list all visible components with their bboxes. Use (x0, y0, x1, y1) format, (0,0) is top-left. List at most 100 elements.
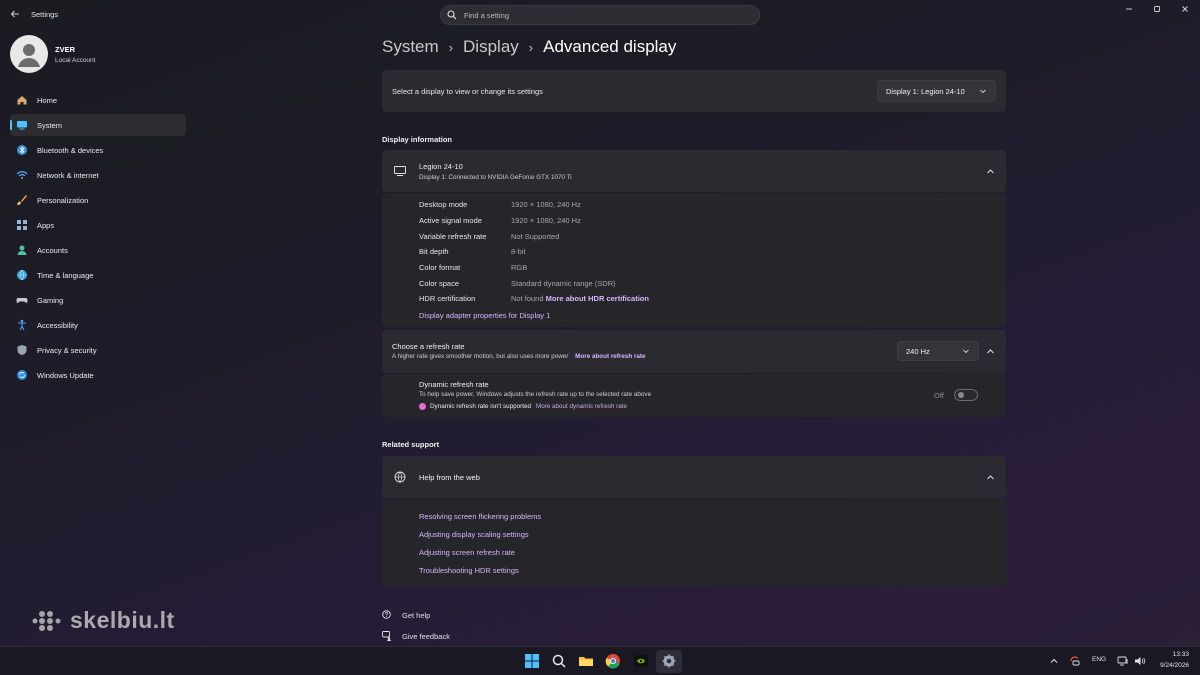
clock-time[interactable]: 13:33 (1167, 651, 1189, 658)
accessibility-icon (18, 319, 26, 331)
minimize-button[interactable] (1122, 5, 1136, 15)
help-chat-icon (382, 610, 391, 619)
help-link-scaling[interactable]: Adjusting display scaling settings (419, 530, 529, 539)
sidebar-item-accounts[interactable]: Accounts (10, 239, 186, 261)
sidebar-item-label: Network & internet (37, 170, 99, 180)
nvidia-icon[interactable] (633, 653, 649, 669)
chevron-right-icon: › (448, 39, 454, 55)
bluetooth-icon (17, 145, 27, 155)
sidebar-item-label: Home (37, 95, 58, 105)
sidebar-item-bluetooth[interactable]: Bluetooth & devices (10, 139, 186, 161)
help-from-web-header[interactable]: Help from the web (382, 456, 1006, 498)
file-explorer-icon[interactable] (578, 653, 594, 669)
sidebar-item-label: Time & language (37, 270, 94, 280)
chevron-up-tray-icon[interactable] (1049, 656, 1059, 666)
breadcrumb-system[interactable]: System (382, 37, 439, 57)
give-feedback-link[interactable]: Give feedback (382, 631, 450, 641)
info-key: Variable refresh rate (419, 232, 487, 241)
sidebar-item-label: Bluetooth & devices (37, 145, 104, 155)
page-title: Advanced display (543, 37, 677, 56)
give-feedback-label: Give feedback (402, 631, 450, 641)
refresh-rate-link[interactable]: More about refresh rate (575, 353, 645, 360)
profile-name: ZVER (55, 45, 76, 54)
get-help-label: Get help (402, 610, 431, 620)
avatar[interactable] (10, 35, 48, 73)
display-info-header[interactable]: Legion 24-10 Display 1: Connected to NVI… (382, 150, 1006, 192)
watermark-logo: skelbiu.lt (30, 607, 175, 634)
chrome-icon[interactable] (605, 653, 621, 669)
update-icon (17, 370, 27, 380)
info-key: Active signal mode (419, 216, 482, 225)
sidebar-item-windows-update[interactable]: Windows Update (10, 364, 186, 386)
sidebar-item-label: System (37, 120, 63, 130)
apps-icon (17, 220, 27, 230)
sidebar-item-time-language[interactable]: Time & language (10, 264, 186, 286)
dynamic-refresh-title: Dynamic refresh rate (419, 380, 489, 389)
language-indicator[interactable]: ENG (1092, 656, 1106, 663)
sidebar-item-apps[interactable]: Apps (10, 214, 186, 236)
maximize-button[interactable] (1150, 5, 1164, 15)
dots-logo-icon (32, 610, 61, 631)
toggle-knob (958, 392, 964, 398)
refresh-rate-dropdown[interactable]: 240 Hz (897, 341, 979, 361)
taskbar-search-icon[interactable] (551, 653, 567, 669)
adapter-properties-link[interactable]: Display adapter properties for Display 1 (419, 311, 550, 320)
display-dropdown-value: Display 1: Legion 24-10 (886, 87, 965, 96)
sidebar-item-privacy[interactable]: Privacy & security (10, 339, 186, 361)
display-name: Legion 24-10 (419, 162, 463, 171)
display-connection: Display 1: Connected to NVIDIA GeForce G… (419, 174, 572, 181)
chevron-up-icon[interactable] (986, 473, 995, 482)
help-link-hdr[interactable]: Troubleshooting HDR settings (419, 566, 519, 575)
home-icon (17, 96, 27, 105)
warning-dot-icon (419, 403, 426, 410)
sidebar-item-gaming[interactable]: Gaming (10, 289, 186, 311)
back-arrow-icon[interactable] (9, 9, 21, 21)
sidebar-item-system[interactable]: System (10, 114, 186, 136)
dynamic-refresh-toggle[interactable] (954, 389, 978, 401)
display-select-card: Select a display to view or change its s… (382, 70, 1006, 112)
display-select-label: Select a display to view or change its s… (392, 87, 543, 96)
tray-app-icon[interactable] (1069, 655, 1081, 667)
globe-clock-icon (17, 269, 27, 281)
dynamic-refresh-link[interactable]: More about dynamic refresh rate (536, 403, 627, 410)
get-help-link[interactable]: Get help (382, 610, 430, 620)
breadcrumb: System › Display › Advanced display (382, 37, 676, 57)
profile-account-type: Local Account (55, 57, 96, 64)
network-icon[interactable] (1117, 655, 1129, 667)
dynamic-refresh-warning-text: Dynamic refresh rate isn't supported (430, 403, 531, 410)
hdr-certification-link[interactable]: More about HDR certification (546, 294, 649, 303)
hdr-status: Not found (511, 294, 544, 303)
sidebar-item-home[interactable]: Home (10, 89, 186, 111)
globe-icon (394, 471, 406, 483)
chevron-up-icon[interactable] (986, 167, 995, 176)
search-box[interactable] (440, 5, 760, 25)
sidebar-item-label: Windows Update (37, 370, 94, 380)
sidebar-nav: Home System Bluetooth & devices Network … (10, 89, 186, 389)
info-value: RGB (511, 263, 528, 272)
dynamic-refresh-card: Dynamic refresh rate To help save power,… (382, 374, 1006, 417)
breadcrumb-display[interactable]: Display (463, 37, 519, 57)
search-input[interactable] (464, 10, 744, 21)
settings-gear-icon[interactable] (661, 653, 677, 669)
help-link-flickering[interactable]: Resolving screen flickering problems (419, 512, 541, 521)
sidebar-item-label: Apps (37, 220, 55, 230)
refresh-rate-description: A higher rate gives smoother motion, but… (392, 353, 646, 360)
close-button[interactable] (1178, 5, 1192, 15)
refresh-rate-card: Choose a refresh rate A higher rate give… (382, 330, 1006, 373)
sidebar-item-network[interactable]: Network & internet (10, 164, 186, 186)
windows-start-icon[interactable] (524, 653, 540, 669)
search-icon (447, 10, 457, 20)
chevron-up-icon[interactable] (986, 347, 995, 356)
clock-date[interactable]: 9/24/2026 (1150, 662, 1189, 669)
sidebar-item-accessibility[interactable]: Accessibility (10, 314, 186, 336)
display-dropdown[interactable]: Display 1: Legion 24-10 (877, 80, 996, 102)
info-key: Bit depth (419, 247, 449, 256)
system-icon (17, 121, 27, 130)
display-info-details: Desktop mode 1920 × 1080, 240 Hz Active … (382, 193, 1006, 327)
help-link-refresh-rate[interactable]: Adjusting screen refresh rate (419, 548, 515, 557)
app-title: Settings (31, 10, 59, 19)
info-value: Standard dynamic range (SDR) (511, 279, 616, 288)
volume-icon[interactable] (1134, 655, 1146, 667)
sidebar-item-personalization[interactable]: Personalization (10, 189, 186, 211)
wifi-icon (16, 171, 28, 179)
